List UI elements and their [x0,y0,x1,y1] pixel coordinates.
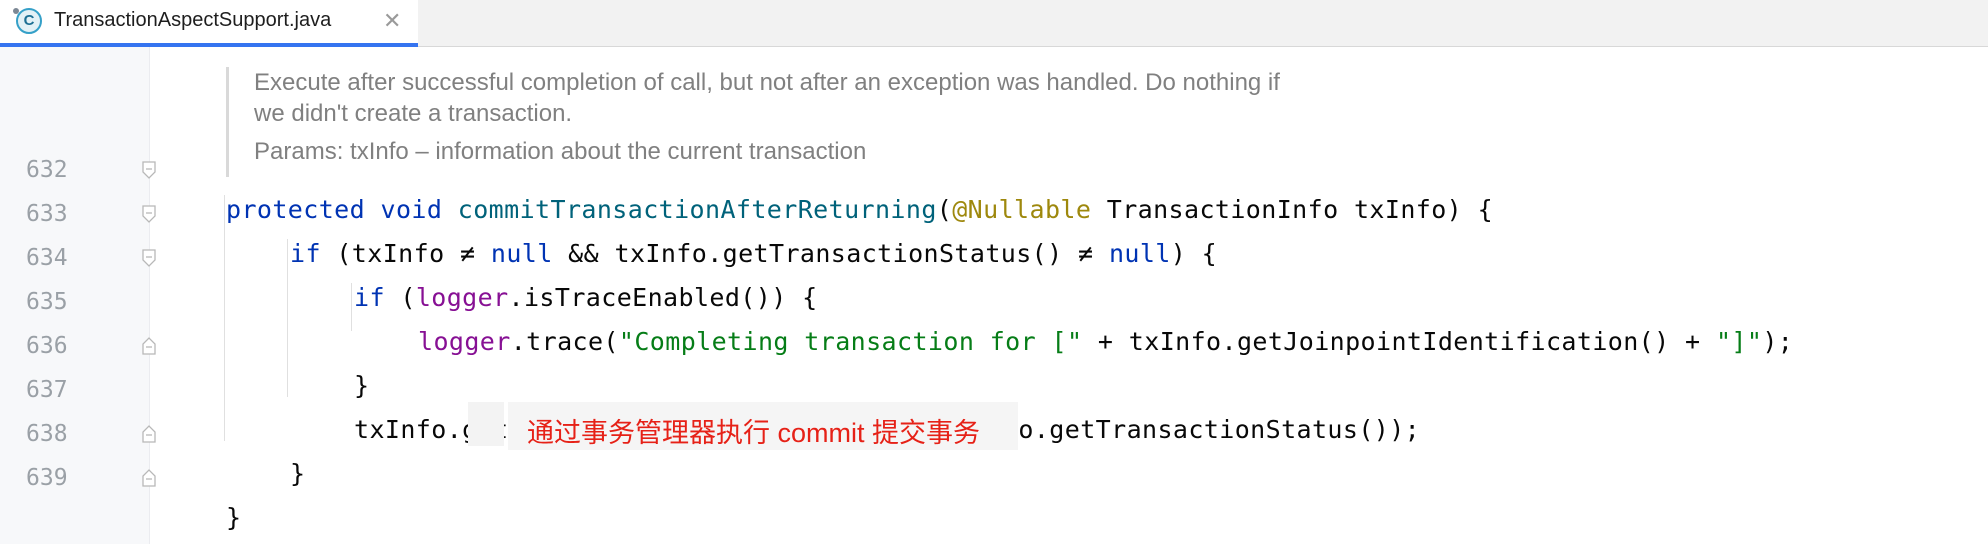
fold-open-icon[interactable] [141,205,157,223]
fold-open-icon[interactable] [141,249,157,267]
indent-guide [287,239,288,397]
keyword: if [354,283,385,312]
code-text: .isTraceEnabled()) { [508,283,818,312]
string-literal: "Completing transaction for [" [618,327,1083,356]
code-line-635: logger.trace("Completing transaction for… [418,327,1793,356]
annotation-label: 通过事务管理器执行 commit 提交事务 [527,418,981,448]
annotation: @Nullable [952,195,1092,224]
code-text: + txInfo.getJoinpointIdentification() + [1082,327,1716,356]
code-text: && txInfo.getTransactionStatus() ≠ [552,239,1109,268]
code-line-632: protected void commitTransactionAfterRet… [226,195,1493,224]
code-text: ( [936,195,953,224]
tab-transaction-aspect-support[interactable]: C TransactionAspectSupport.java ✕ [0,0,418,47]
line-number: 632 [26,157,68,183]
fold-close-icon[interactable] [141,337,157,355]
indent-guide [224,195,225,441]
fold-open-icon[interactable] [141,161,157,179]
java-class-icon: C [16,8,42,34]
line-number: 639 [26,465,68,491]
line-number: 635 [26,289,68,315]
fold-close-icon[interactable] [141,425,157,443]
method-name: commitTransactionAfterReturning [457,195,937,224]
close-icon[interactable]: ✕ [383,8,401,34]
inline-hint-box [468,402,504,446]
keyword: null [490,239,553,268]
code-editor[interactable]: Execute after successful completion of c… [0,47,1988,544]
class-badge-icon [13,8,19,14]
keyword: void [380,195,443,224]
line-number: 633 [26,201,68,227]
keyword: protected [226,195,366,224]
code-line-636: } [354,371,370,400]
line-number: 637 [26,377,68,403]
field: logger [418,327,511,356]
code-line-638: } [290,459,306,488]
code-text: .trace( [510,327,619,356]
code-line-633: if (txInfo ≠ null && txInfo.getTransacti… [290,239,1217,268]
line-number: 638 [26,421,68,447]
line-number: 634 [26,245,68,271]
keyword: if [290,239,321,268]
javadoc-params: Params: txInfo – information about the c… [254,138,867,165]
code-text: ( [384,283,416,312]
string-literal: "]" [1715,327,1763,356]
code-line-639: } [226,503,242,532]
code-text: ); [1762,327,1794,356]
editor-tab-bar: C TransactionAspectSupport.java ✕ [0,0,1988,47]
fold-close-icon[interactable] [141,469,157,487]
code-text: ) { [1170,239,1218,268]
tab-file-name: TransactionAspectSupport.java [54,9,332,31]
javadoc-line-1: Execute after successful completion of c… [254,69,1280,96]
rendered-javadoc: Execute after successful completion of c… [226,67,1526,177]
code-text: (txInfo ≠ [320,239,491,268]
line-number: 636 [26,333,68,359]
indent-guide [351,283,352,331]
keyword: null [1108,239,1171,268]
code-line-634: if (logger.isTraceEnabled()) { [354,283,818,312]
field: logger [415,283,509,312]
code-text: TransactionInfo txInfo) { [1091,195,1494,224]
javadoc-line-2: we didn't create a transaction. [254,100,573,127]
